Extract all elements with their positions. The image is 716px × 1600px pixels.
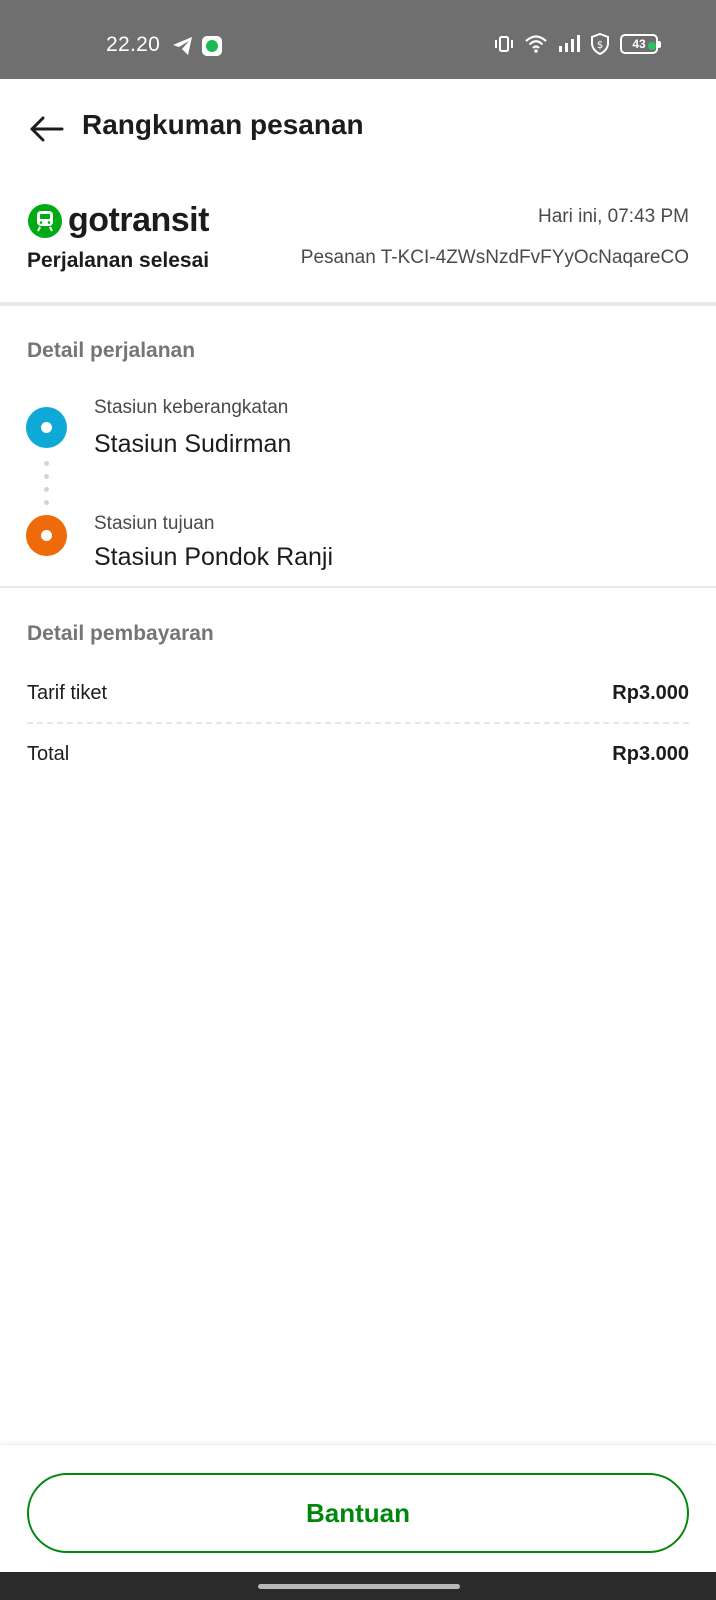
bottom-panel: Bantuan bbox=[0, 1444, 716, 1572]
telegram-icon bbox=[172, 36, 194, 56]
total-label: Total bbox=[27, 743, 70, 765]
home-gesture-handle[interactable] bbox=[258, 1584, 460, 1589]
brand-name: gotransit bbox=[68, 201, 209, 239]
destination-marker-icon bbox=[26, 515, 67, 556]
fare-value: Rp3.000 bbox=[612, 682, 689, 704]
train-icon bbox=[28, 203, 62, 238]
order-id: Pesanan T-KCI-4ZWsNzdFvFYyOcNaqareCO bbox=[300, 247, 689, 268]
trip-section-title: Detail perjalanan bbox=[27, 339, 196, 362]
payment-section-title: Detail pembayaran bbox=[27, 622, 214, 645]
destination-label: Stasiun tujuan bbox=[94, 513, 215, 534]
page-title: Rangkuman pesanan bbox=[82, 109, 364, 140]
total-row: Total Rp3.000 bbox=[27, 743, 689, 766]
origin-name: Stasiun Sudirman bbox=[94, 430, 292, 458]
origin-label: Stasiun keberangkatan bbox=[94, 397, 289, 418]
total-value: Rp3.000 bbox=[612, 743, 689, 765]
fare-label: Tarif tiket bbox=[27, 682, 108, 704]
app-header: Rangkuman pesanan bbox=[0, 79, 716, 179]
spotify-icon bbox=[202, 36, 222, 56]
vpn-shield-icon: $ bbox=[590, 33, 610, 55]
origin-marker-icon bbox=[26, 407, 67, 448]
help-button[interactable]: Bantuan bbox=[27, 1473, 689, 1553]
status-time: 22.20 bbox=[106, 33, 161, 56]
svg-text:$: $ bbox=[597, 40, 603, 51]
dashed-divider bbox=[27, 722, 689, 724]
system-nav-bar bbox=[0, 1572, 716, 1600]
route-connector bbox=[44, 461, 49, 505]
charging-dot bbox=[648, 42, 656, 50]
order-time: Hari ini, 07:43 PM bbox=[537, 206, 689, 227]
wifi-icon bbox=[524, 34, 548, 54]
fare-row: Tarif tiket Rp3.000 bbox=[27, 682, 689, 705]
divider bbox=[0, 586, 716, 588]
vibrate-icon bbox=[494, 34, 514, 54]
signal-icon bbox=[558, 35, 580, 53]
destination-name: Stasiun Pondok Ranji bbox=[94, 543, 334, 571]
back-button[interactable] bbox=[26, 109, 68, 151]
status-bar: 22.20 $ 43 bbox=[0, 0, 716, 79]
divider bbox=[0, 302, 716, 306]
arrow-left-icon bbox=[30, 116, 64, 142]
trip-status: Perjalanan selesai bbox=[27, 249, 210, 272]
order-summary: gotransit Hari ini, 07:43 PM Perjalanan … bbox=[0, 180, 716, 300]
brand: gotransit bbox=[28, 201, 209, 240]
